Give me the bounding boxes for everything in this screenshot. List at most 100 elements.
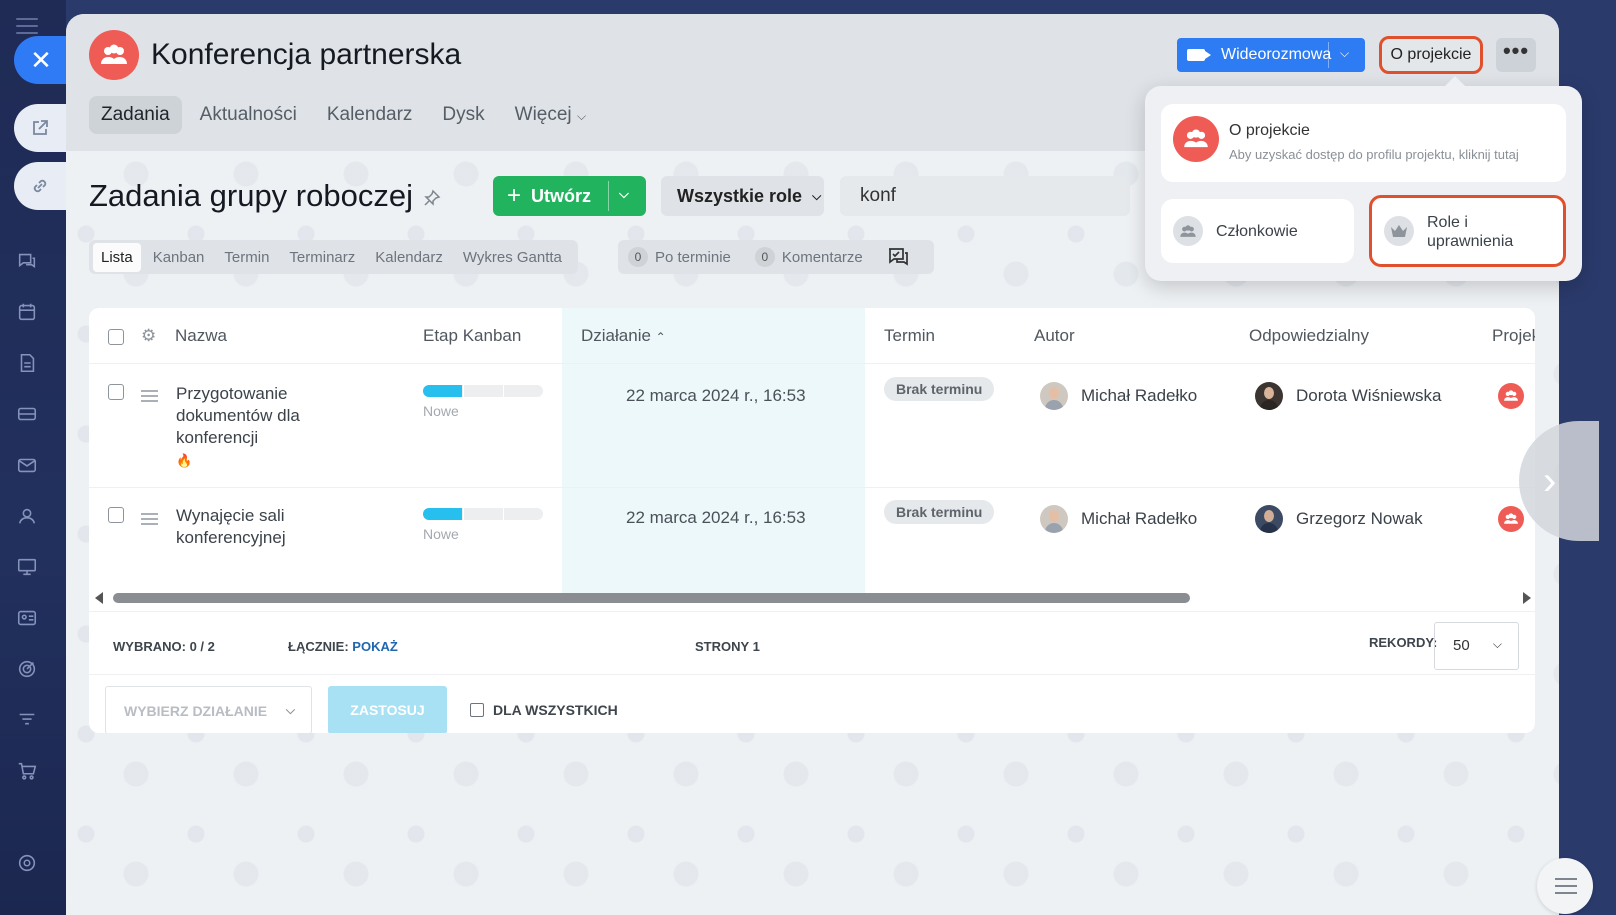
view-deadline[interactable]: Termin bbox=[216, 243, 277, 272]
project-icon[interactable] bbox=[1498, 506, 1524, 532]
show-total-link[interactable]: POKAŻ bbox=[352, 639, 398, 654]
column-responsible[interactable]: Odpowiedzialny bbox=[1249, 326, 1369, 346]
view-switcher: Lista Kanban Termin Terminarz Kalendarz … bbox=[89, 240, 578, 274]
scroll-right-icon[interactable] bbox=[1523, 592, 1531, 604]
selected-count: WYBRANO: 0 / 2 bbox=[113, 639, 215, 654]
column-project[interactable]: Projekt bbox=[1492, 326, 1535, 346]
search-input[interactable]: konf bbox=[840, 176, 1130, 216]
id-card-icon[interactable] bbox=[14, 605, 40, 631]
project-title: Konferencja partnerska bbox=[151, 38, 462, 71]
responsible-cell[interactable]: Grzegorz Nowak bbox=[1255, 505, 1423, 533]
author-cell[interactable]: Michał Radełko bbox=[1040, 505, 1197, 533]
task-name-link[interactable]: Wynajęcie sali konferencyjnej bbox=[176, 505, 306, 549]
column-action-label: Działanie bbox=[581, 326, 651, 345]
pin-icon[interactable] bbox=[423, 189, 441, 207]
view-calendar[interactable]: Kalendarz bbox=[367, 243, 451, 272]
roles-label-line2: uprawnienia bbox=[1427, 233, 1514, 250]
chevron-down-icon[interactable]: ⌵ bbox=[619, 186, 629, 202]
target-icon[interactable] bbox=[14, 656, 40, 682]
members-card[interactable]: Członkowie bbox=[1161, 199, 1354, 263]
tab-tasks[interactable]: Zadania bbox=[89, 96, 182, 134]
deadline-badge[interactable]: Brak terminu bbox=[884, 377, 995, 401]
column-action[interactable]: Działanie ⌃ bbox=[581, 326, 666, 346]
records-per-page-select[interactable]: 50 ⌵ bbox=[1434, 622, 1519, 670]
column-kanban[interactable]: Etap Kanban bbox=[423, 326, 521, 346]
settings-icon[interactable] bbox=[14, 850, 40, 876]
view-planner[interactable]: Terminarz bbox=[281, 243, 363, 272]
create-label: Utwórz bbox=[531, 185, 592, 206]
column-author[interactable]: Autor bbox=[1034, 326, 1075, 346]
project-avatar-icon[interactable] bbox=[89, 30, 139, 80]
author-cell[interactable]: Michał Radełko bbox=[1040, 382, 1197, 410]
column-name[interactable]: Nazwa bbox=[175, 326, 227, 346]
sort-asc-icon: ⌃ bbox=[655, 330, 666, 344]
drag-handle-icon[interactable] bbox=[141, 390, 158, 405]
users-icon[interactable] bbox=[14, 503, 40, 529]
pages-label: STRONY bbox=[695, 639, 749, 654]
author-name: Michał Radełko bbox=[1081, 509, 1198, 528]
more-options-button[interactable]: ••• bbox=[1496, 38, 1536, 72]
action-placeholder: WYBIERZ DZIAŁANIE bbox=[124, 703, 268, 719]
about-project-button[interactable]: O projekcie bbox=[1379, 36, 1483, 74]
view-list[interactable]: Lista bbox=[93, 242, 141, 272]
video-call-button[interactable]: Wideorozmowa ⌵ bbox=[1177, 38, 1365, 72]
horizontal-scrollbar[interactable] bbox=[89, 592, 1535, 604]
crown-icon bbox=[1384, 216, 1414, 246]
scrollbar-thumb[interactable] bbox=[113, 593, 1190, 603]
table-row[interactable]: Przygotowanie dokumentów dla konferencji… bbox=[89, 365, 1535, 488]
tab-more[interactable]: Więcej ⌵ bbox=[503, 96, 598, 134]
apply-button[interactable]: ZASTOSUJ bbox=[328, 686, 447, 733]
document-icon[interactable] bbox=[14, 350, 40, 376]
about-project-card[interactable]: O projekcie Aby uzyskać dostęp do profil… bbox=[1161, 104, 1566, 182]
column-deadline[interactable]: Termin bbox=[884, 326, 935, 346]
records-value: 50 bbox=[1453, 637, 1470, 654]
view-kanban[interactable]: Kanban bbox=[145, 243, 213, 272]
list-menu-button[interactable] bbox=[1537, 858, 1593, 914]
row-checkbox[interactable] bbox=[108, 507, 124, 523]
gear-icon[interactable]: ⚙ bbox=[141, 326, 156, 346]
cart-icon[interactable] bbox=[14, 758, 40, 784]
inbox-icon[interactable] bbox=[14, 401, 40, 427]
task-name-link[interactable]: Przygotowanie dokumentów dla konferencji… bbox=[176, 383, 306, 472]
mail-icon[interactable] bbox=[14, 452, 40, 478]
tab-news[interactable]: Aktualności bbox=[188, 96, 309, 134]
kanban-stage[interactable]: Nowe bbox=[423, 508, 543, 542]
counter-comments[interactable]: 0 Komentarze bbox=[754, 247, 863, 267]
task-title: Przygotowanie dokumentów dla konferencji bbox=[176, 384, 300, 447]
chevron-down-icon[interactable]: ⌵ bbox=[1340, 46, 1349, 61]
responsible-cell[interactable]: Dorota Wiśniewska bbox=[1255, 382, 1442, 410]
counter-overdue[interactable]: 0 Po terminie bbox=[628, 247, 731, 267]
checkbox-box[interactable] bbox=[470, 703, 484, 717]
drag-handle-icon[interactable] bbox=[141, 513, 158, 528]
project-icon[interactable] bbox=[1498, 383, 1524, 409]
view-gantt[interactable]: Wykres Gantta bbox=[455, 243, 570, 272]
tab-more-label: Więcej bbox=[514, 104, 572, 125]
pages-value[interactable]: 1 bbox=[753, 639, 760, 654]
close-icon[interactable]: ✕ bbox=[14, 36, 66, 84]
table-row[interactable]: Wynajęcie sali konferencyjnej Nowe 22 ma… bbox=[89, 489, 1535, 593]
scroll-left-icon[interactable] bbox=[95, 592, 103, 604]
camera-icon bbox=[1187, 49, 1211, 61]
select-all-checkbox[interactable] bbox=[108, 329, 124, 345]
roles-filter-dropdown[interactable]: Wszystkie role ⌵ bbox=[661, 176, 824, 216]
comments-check-icon[interactable] bbox=[887, 247, 909, 267]
copy-link-icon[interactable] bbox=[14, 162, 66, 210]
tab-drive[interactable]: Dysk bbox=[430, 96, 496, 134]
stage-progress-bar bbox=[423, 508, 543, 520]
row-checkbox[interactable] bbox=[108, 384, 124, 400]
action-select[interactable]: WYBIERZ DZIAŁANIE ⌵ bbox=[105, 686, 312, 733]
create-task-button[interactable]: + Utwórz ⌵ bbox=[493, 176, 646, 216]
kanban-stage[interactable]: Nowe bbox=[423, 385, 543, 419]
for-all-checkbox[interactable]: DLA WSZYSTKICH bbox=[470, 702, 618, 718]
filter-icon[interactable] bbox=[14, 707, 40, 733]
author-name: Michał Radełko bbox=[1081, 386, 1198, 405]
calendar-icon[interactable] bbox=[14, 299, 40, 325]
tab-calendar[interactable]: Kalendarz bbox=[315, 96, 425, 134]
presentation-icon[interactable] bbox=[14, 554, 40, 580]
members-label: Członkowie bbox=[1216, 223, 1298, 240]
roles-permissions-card[interactable]: Role i uprawnienia bbox=[1369, 195, 1566, 267]
open-new-window-icon[interactable] bbox=[14, 104, 66, 152]
avatar bbox=[1255, 382, 1283, 410]
chat-icon[interactable] bbox=[14, 248, 40, 274]
deadline-badge[interactable]: Brak terminu bbox=[884, 500, 995, 524]
